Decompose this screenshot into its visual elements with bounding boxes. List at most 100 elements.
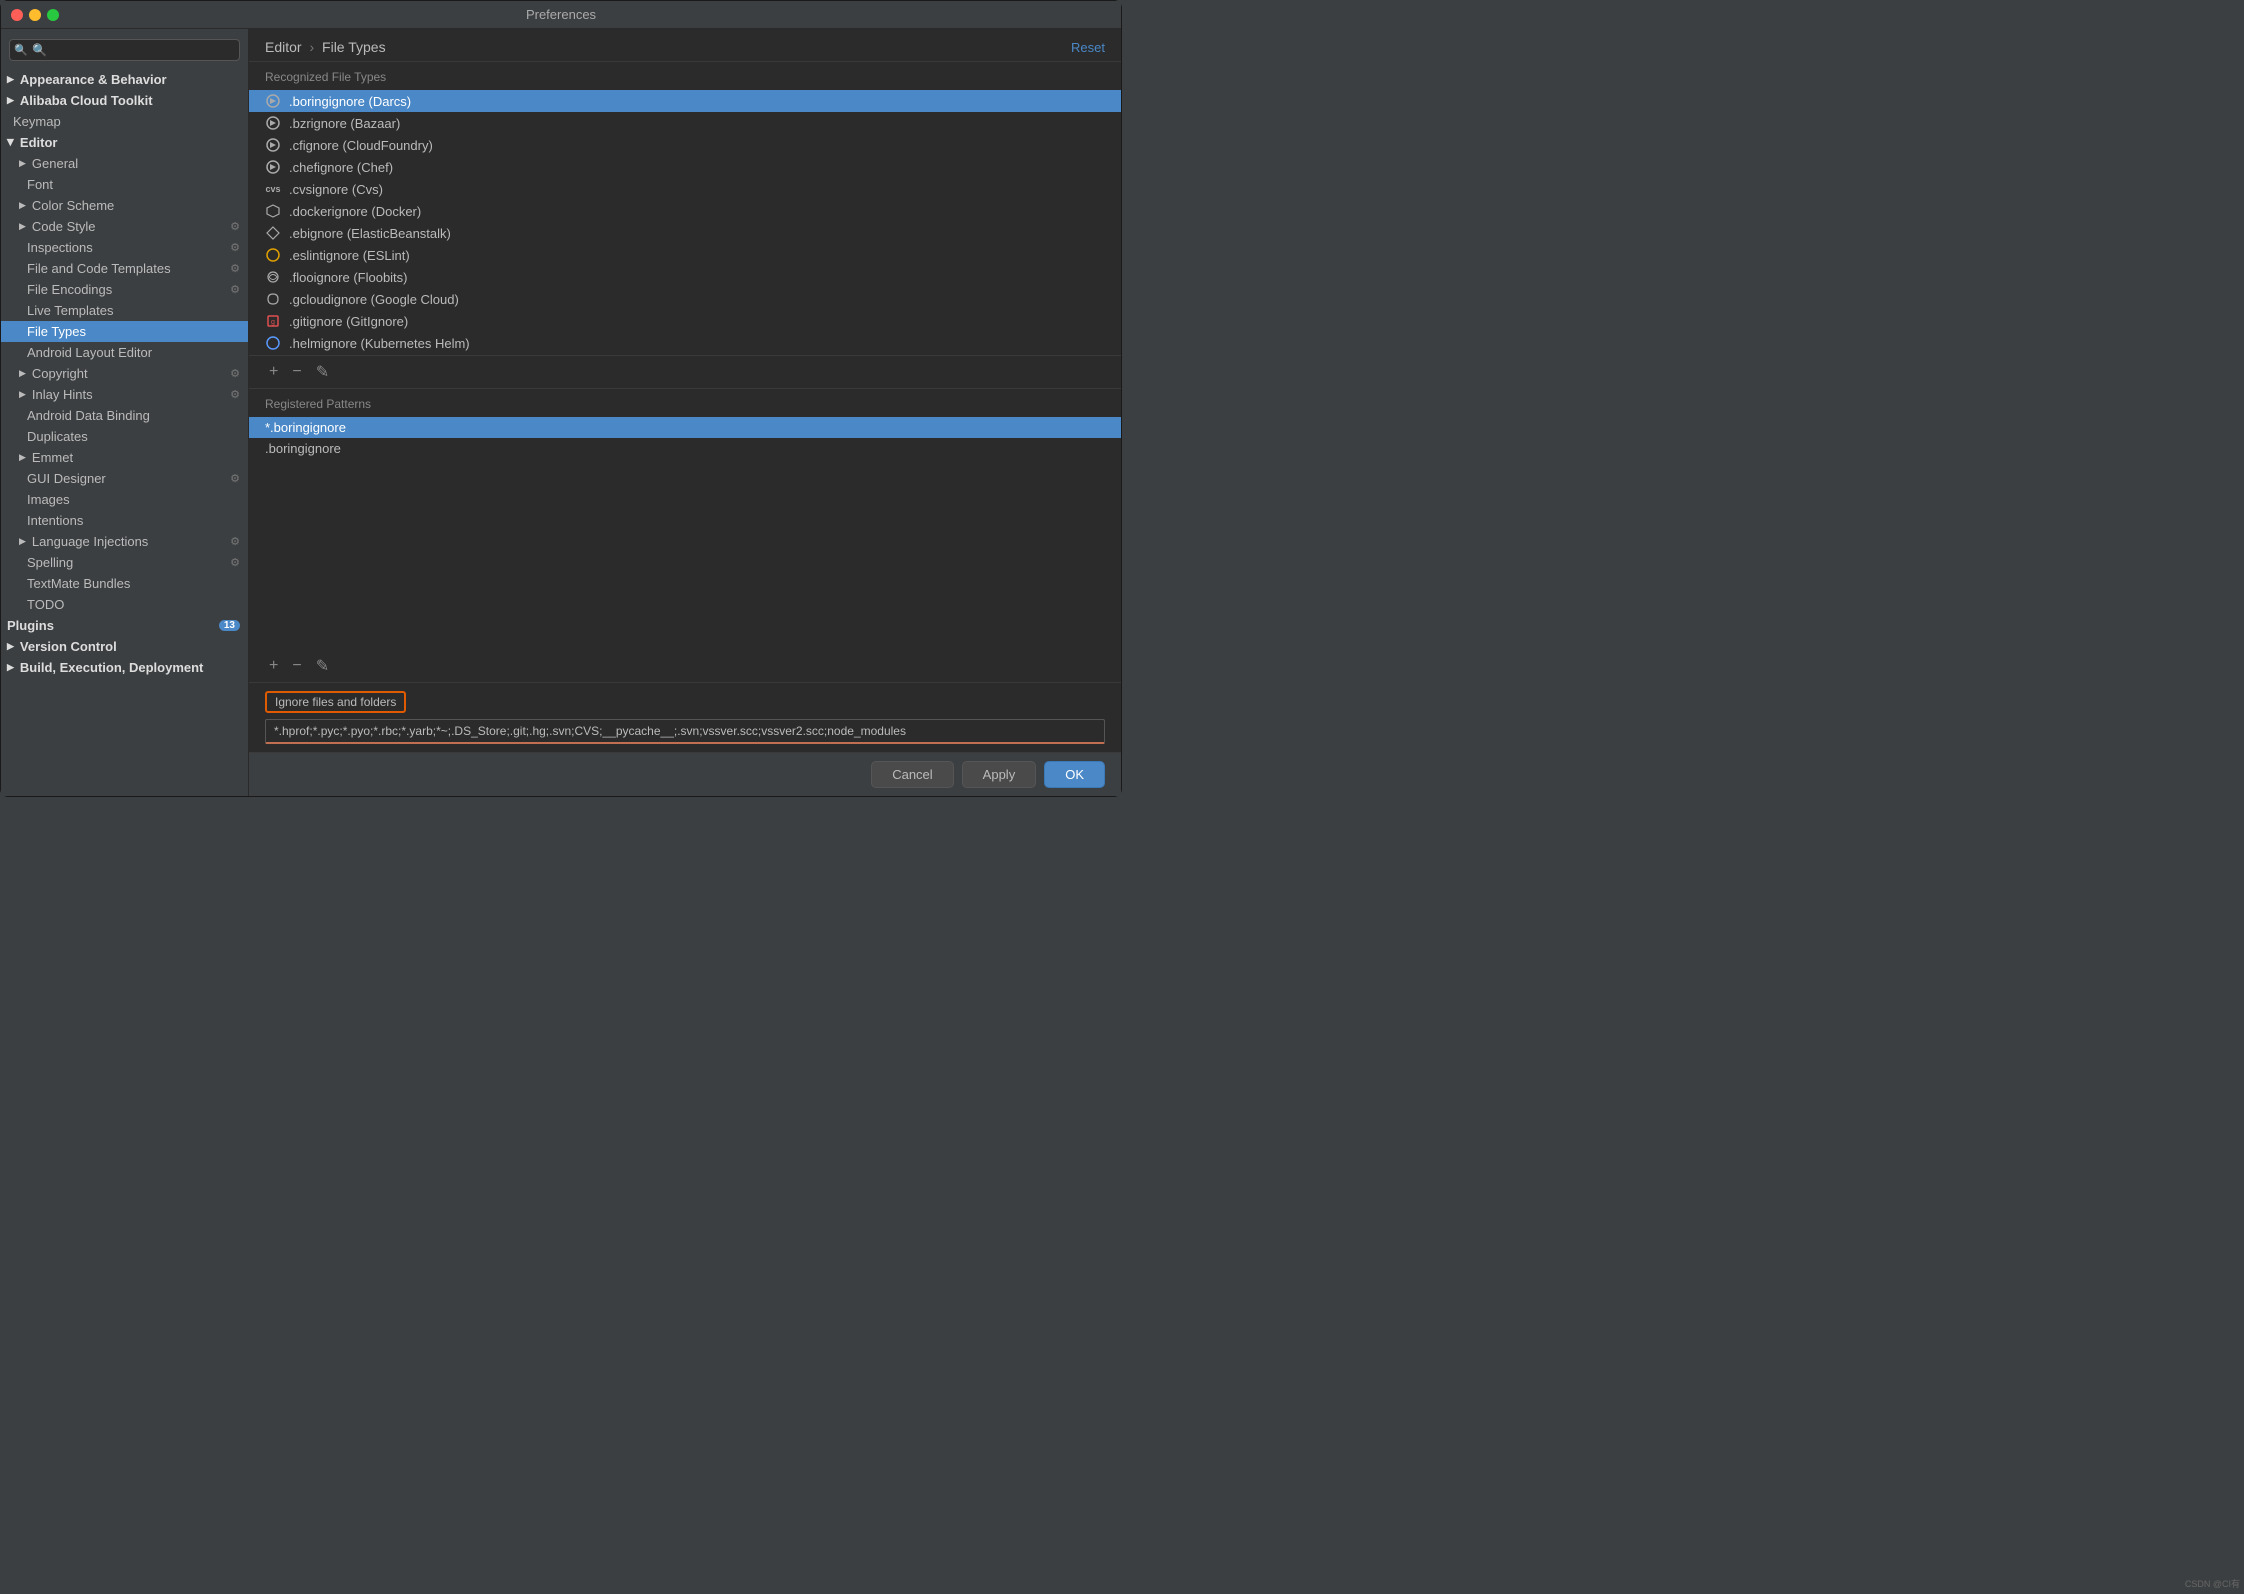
- sidebar-item-inlay-hints[interactable]: ▶ Inlay Hints ⚙: [1, 384, 248, 405]
- sidebar-item-code-style[interactable]: ▶ Code Style ⚙: [1, 216, 248, 237]
- file-type-item[interactable]: .chefignore (Chef): [249, 156, 1121, 178]
- sidebar-item-general[interactable]: ▶ General: [1, 153, 248, 174]
- sidebar-item-version-control[interactable]: ▶ Version Control: [1, 636, 248, 657]
- sidebar-item-build-execution[interactable]: ▶ Build, Execution, Deployment: [1, 657, 248, 678]
- sidebar-item-spelling[interactable]: Spelling ⚙: [1, 552, 248, 573]
- sidebar-item-appearance[interactable]: ▶ Appearance & Behavior: [1, 69, 248, 90]
- file-type-name: .flooignore (Floobits): [289, 270, 408, 285]
- expand-icon: ▶: [19, 536, 26, 547]
- expand-icon: ▶: [5, 139, 16, 146]
- file-type-item[interactable]: g .gitignore (GitIgnore): [249, 310, 1121, 332]
- sidebar-item-font[interactable]: Font: [1, 174, 248, 195]
- file-type-icon: [265, 115, 281, 131]
- remove-pattern-button[interactable]: −: [288, 654, 305, 678]
- file-type-icon: [265, 225, 281, 241]
- sidebar-item-editor[interactable]: ▶ Editor: [1, 132, 248, 153]
- expand-icon: ▶: [19, 389, 26, 400]
- bottom-section: Ignore files and folders: [249, 682, 1121, 752]
- pattern-item[interactable]: .boringignore: [249, 438, 1121, 459]
- add-pattern-button[interactable]: +: [265, 654, 282, 678]
- sidebar-item-live-templates[interactable]: Live Templates: [1, 300, 248, 321]
- expand-icon: ▶: [7, 641, 14, 652]
- sidebar-item-file-types[interactable]: File Types: [1, 321, 248, 342]
- window-title: Preferences: [526, 7, 596, 22]
- sidebar-item-copyright[interactable]: ▶ Copyright ⚙: [1, 363, 248, 384]
- file-type-icon: [265, 291, 281, 307]
- sidebar-item-language-injections[interactable]: ▶ Language Injections ⚙: [1, 531, 248, 552]
- file-type-item[interactable]: .ebignore (ElasticBeanstalk): [249, 222, 1121, 244]
- close-button[interactable]: [11, 9, 23, 21]
- minimize-button[interactable]: [29, 9, 41, 21]
- cvs-icon: cvs: [265, 181, 281, 197]
- gear-icon: ⚙: [230, 556, 240, 569]
- sidebar-item-plugins[interactable]: Plugins 13: [1, 615, 248, 636]
- registered-patterns-label: Registered Patterns: [249, 389, 1121, 417]
- search-icon: 🔍: [14, 44, 28, 57]
- file-type-icon: [265, 93, 281, 109]
- sidebar-item-images[interactable]: Images: [1, 489, 248, 510]
- search-input[interactable]: [9, 39, 240, 61]
- dialog-footer: Cancel Apply OK: [249, 752, 1121, 796]
- expand-icon: ▶: [7, 95, 14, 106]
- file-type-icon: [265, 335, 281, 351]
- ok-button[interactable]: OK: [1044, 761, 1105, 788]
- sidebar-item-gui-designer[interactable]: GUI Designer ⚙: [1, 468, 248, 489]
- file-type-item[interactable]: .flooignore (Floobits): [249, 266, 1121, 288]
- cancel-button[interactable]: Cancel: [871, 761, 953, 788]
- apply-button[interactable]: Apply: [962, 761, 1037, 788]
- sidebar-item-emmet[interactable]: ▶ Emmet: [1, 447, 248, 468]
- file-type-item[interactable]: .bzrignore (Bazaar): [249, 112, 1121, 134]
- file-type-item[interactable]: .cfignore (CloudFoundry): [249, 134, 1121, 156]
- expand-icon: ▶: [7, 662, 14, 673]
- sidebar-item-color-scheme[interactable]: ▶ Color Scheme: [1, 195, 248, 216]
- breadcrumb: Editor › File Types: [265, 39, 386, 55]
- file-type-icon: [265, 269, 281, 285]
- file-type-item[interactable]: .gcloudignore (Google Cloud): [249, 288, 1121, 310]
- ignore-files-input[interactable]: [265, 719, 1105, 744]
- sidebar-item-intentions[interactable]: Intentions: [1, 510, 248, 531]
- window-controls[interactable]: [11, 9, 59, 21]
- file-type-icon: [265, 159, 281, 175]
- watermark: CSDN @CI有: [2185, 1577, 2240, 1590]
- file-type-item[interactable]: .eslintignore (ESLint): [249, 244, 1121, 266]
- file-type-icon: [265, 247, 281, 263]
- sidebar-item-android-data-binding[interactable]: Android Data Binding: [1, 405, 248, 426]
- reset-button[interactable]: Reset: [1071, 40, 1105, 55]
- content-header: Editor › File Types Reset: [249, 29, 1121, 62]
- sidebar-item-duplicates[interactable]: Duplicates: [1, 426, 248, 447]
- registered-section: *.boringignore .boringignore + − ✎: [249, 417, 1121, 682]
- sidebar-item-todo[interactable]: TODO: [1, 594, 248, 615]
- remove-file-type-button[interactable]: −: [288, 360, 305, 384]
- ignore-files-label: Ignore files and folders: [265, 691, 406, 713]
- sidebar-item-android-layout[interactable]: Android Layout Editor: [1, 342, 248, 363]
- sidebar-item-alibaba[interactable]: ▶ Alibaba Cloud Toolkit: [1, 90, 248, 111]
- file-type-name: .bzrignore (Bazaar): [289, 116, 400, 131]
- gear-icon: ⚙: [230, 283, 240, 296]
- file-type-item[interactable]: .boringignore (Darcs): [249, 90, 1121, 112]
- file-type-name: .ebignore (ElasticBeanstalk): [289, 226, 451, 241]
- sidebar-item-textmate-bundles[interactable]: TextMate Bundles: [1, 573, 248, 594]
- file-type-name: .dockerignore (Docker): [289, 204, 421, 219]
- file-type-item[interactable]: cvs .cvsignore (Cvs): [249, 178, 1121, 200]
- edit-pattern-button[interactable]: ✎: [312, 654, 333, 678]
- file-type-icon: g: [265, 313, 281, 329]
- file-types-list: .boringignore (Darcs) .bzrignore (Bazaar…: [249, 90, 1121, 356]
- file-type-item[interactable]: .helmignore (Kubernetes Helm): [249, 332, 1121, 354]
- recognized-file-types-label: Recognized File Types: [249, 62, 1121, 90]
- sidebar-item-file-code-templates[interactable]: File and Code Templates ⚙: [1, 258, 248, 279]
- expand-icon: ▶: [19, 368, 26, 379]
- sidebar-item-inspections[interactable]: Inspections ⚙: [1, 237, 248, 258]
- pattern-item[interactable]: *.boringignore: [249, 417, 1121, 438]
- edit-file-type-button[interactable]: ✎: [312, 360, 333, 384]
- file-type-item[interactable]: .dockerignore (Docker): [249, 200, 1121, 222]
- maximize-button[interactable]: [47, 9, 59, 21]
- sidebar-item-file-encodings[interactable]: File Encodings ⚙: [1, 279, 248, 300]
- search-box[interactable]: 🔍: [9, 39, 240, 61]
- sidebar-item-keymap[interactable]: Keymap: [1, 111, 248, 132]
- file-type-name: .eslintignore (ESLint): [289, 248, 410, 263]
- svg-text:g: g: [271, 319, 275, 326]
- add-file-type-button[interactable]: +: [265, 360, 282, 384]
- file-type-name: .gcloudignore (Google Cloud): [289, 292, 459, 307]
- file-type-actions: + − ✎: [249, 356, 1121, 389]
- file-type-icon: [265, 137, 281, 153]
